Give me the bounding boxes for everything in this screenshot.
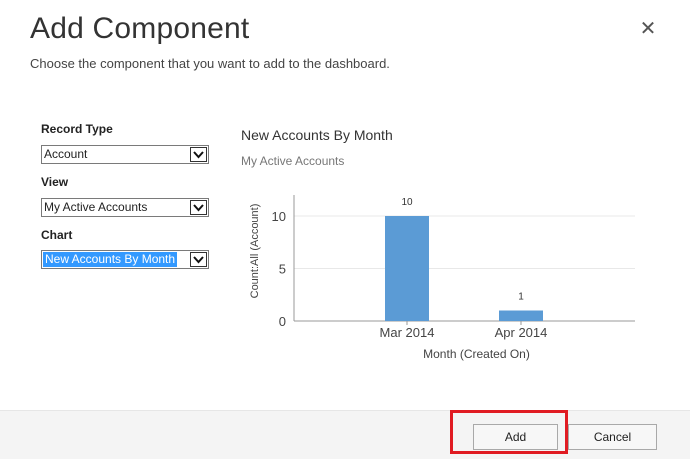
dialog-subtitle: Choose the component that you want to ad… <box>30 56 390 71</box>
record-type-select[interactable]: Account <box>41 145 209 164</box>
chevron-down-icon[interactable] <box>190 147 207 162</box>
bar <box>385 216 429 321</box>
y-tick-label: 0 <box>279 314 286 329</box>
y-axis-label: Count:All (Account) <box>249 204 261 299</box>
record-type-value: Account <box>44 147 88 161</box>
record-type-label: Record Type <box>41 122 113 136</box>
y-tick-label: 10 <box>272 209 286 224</box>
data-label: 10 <box>401 197 413 208</box>
x-tick-label: Apr 2014 <box>495 325 548 340</box>
data-label: 1 <box>518 292 524 303</box>
bar <box>499 310 543 321</box>
chart-preview-title: New Accounts By Month <box>241 127 393 143</box>
x-axis-label: Month (Created On) <box>423 347 530 361</box>
dialog-title: Add Component <box>30 12 250 45</box>
chart-value: New Accounts By Month <box>43 252 178 267</box>
chart-label: Chart <box>41 228 73 242</box>
chart-preview-subtitle: My Active Accounts <box>241 154 345 168</box>
close-icon[interactable]: ✕ <box>638 18 658 40</box>
view-label: View <box>41 175 69 189</box>
chevron-down-icon[interactable] <box>190 252 207 267</box>
chevron-down-icon[interactable] <box>190 200 207 215</box>
x-tick-label: Mar 2014 <box>380 325 435 340</box>
highlight-box <box>450 410 568 454</box>
y-tick-label: 5 <box>279 262 286 277</box>
cancel-button[interactable]: Cancel <box>568 424 657 450</box>
view-value: My Active Accounts <box>44 200 148 214</box>
chart-select[interactable]: New Accounts By Month <box>41 250 209 269</box>
chart-canvas: 0 5 10 10 Mar 2014 1 Apr 2014 Month (Created On… <box>249 195 635 361</box>
view-select[interactable]: My Active Accounts <box>41 198 209 217</box>
